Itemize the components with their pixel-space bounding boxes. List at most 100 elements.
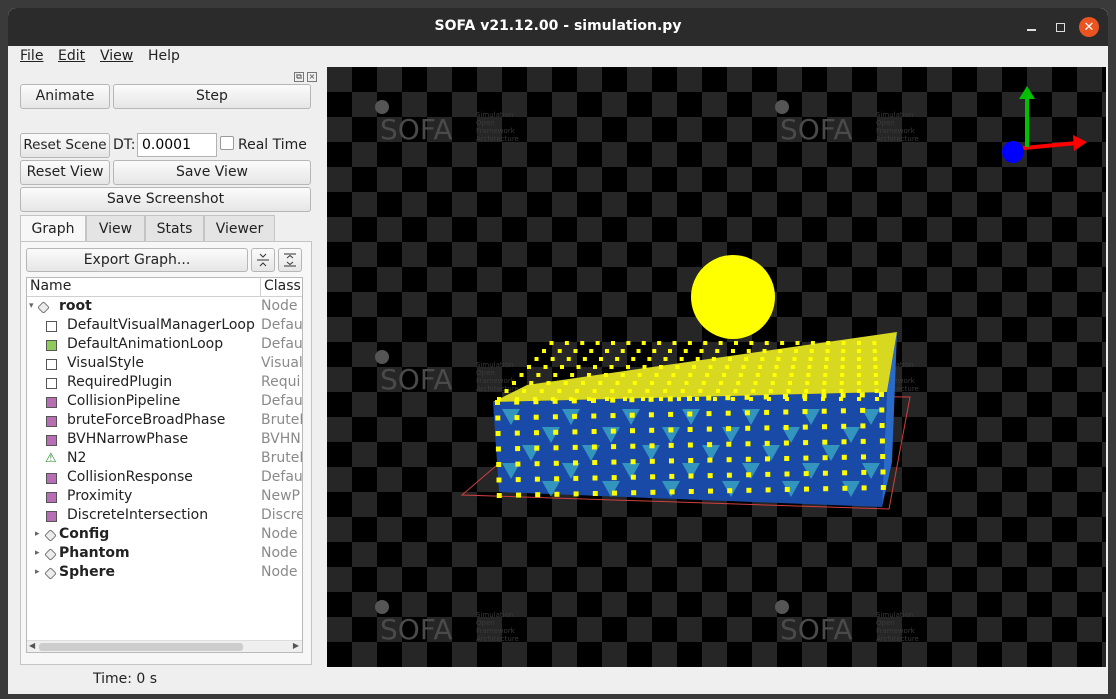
- tree-row-name: root: [59, 298, 92, 314]
- tree-row[interactable]: Proximity NewP: [27, 488, 302, 507]
- node-icon: [44, 567, 57, 580]
- scrollbar-thumb[interactable]: [39, 643, 243, 651]
- tree-row-name: Proximity: [67, 488, 133, 504]
- horizontal-scrollbar[interactable]: ◀ ▶: [27, 640, 302, 652]
- sofa-logo-subtext: Framework: [876, 627, 916, 635]
- tree-row[interactable]: RequiredPlugin Requi: [27, 374, 302, 393]
- sofa-logo-subtext: Framework: [476, 127, 516, 135]
- 3d-viewer[interactable]: SOFA Simulation Open Framework Architecture S…: [327, 67, 1106, 667]
- purple-square-icon: [46, 416, 57, 427]
- sofa-logo-subtext: Open: [476, 369, 495, 377]
- tree-row-name: Sphere: [59, 564, 115, 580]
- collapse-all-button[interactable]: [251, 248, 275, 272]
- dt-label: DT:: [113, 137, 136, 153]
- tree-row-class: Node: [261, 298, 298, 314]
- tree-row[interactable]: CollisionResponse Defau: [27, 469, 303, 488]
- real-time-checkbox[interactable]: [220, 136, 234, 150]
- collapsed-arrow-icon[interactable]: ▸: [35, 568, 43, 577]
- tree-row-class: Defau: [261, 469, 303, 485]
- tree-row[interactable]: ▸ Config Node: [27, 526, 302, 545]
- animate-button[interactable]: Animate: [20, 84, 110, 109]
- tree-row-name: Phantom: [59, 545, 130, 561]
- app-window: SOFA v21.12.00 - simulation.py ✕ File Ed…: [8, 8, 1108, 694]
- sofa-logo-text: SOFA: [780, 613, 853, 646]
- column-name-header[interactable]: Name: [30, 278, 71, 294]
- white-square-icon: [46, 321, 57, 332]
- menu-view[interactable]: View: [100, 48, 133, 64]
- sofa-logo-subtext: Architecture: [476, 635, 519, 643]
- dt-input[interactable]: [137, 133, 217, 157]
- tree-row[interactable]: ▸ Sphere Node: [27, 564, 302, 583]
- minimize-icon: [1026, 29, 1036, 31]
- tree-row-name: CollisionResponse: [67, 469, 193, 485]
- menu-edit[interactable]: Edit: [58, 48, 85, 64]
- tree-row-name: Config: [59, 526, 110, 542]
- tree-row[interactable]: ⚠ N2 BruteI: [27, 450, 302, 469]
- scroll-right-icon[interactable]: ▶: [293, 641, 299, 650]
- tree-row-class: Discre: [261, 507, 303, 523]
- node-icon: [44, 529, 57, 542]
- menu-file[interactable]: File: [20, 48, 43, 64]
- warning-icon: ⚠: [45, 451, 57, 466]
- tree-row[interactable]: BVHNarrowPhase BVHN: [27, 431, 302, 450]
- tree-row-class: Node: [261, 545, 298, 561]
- scene-graph-tree[interactable]: Name Class ▾ root Node DefaultVisualManager…: [26, 277, 303, 653]
- tree-row-name: CollisionPipeline: [67, 393, 181, 409]
- step-button[interactable]: Step: [113, 84, 311, 109]
- tree-row-name: DefaultVisualManagerLoop: [67, 317, 255, 333]
- node-icon: [44, 548, 57, 561]
- purple-square-icon: [46, 435, 57, 446]
- collapsed-arrow-icon[interactable]: ▸: [35, 530, 43, 539]
- menu-view-label: View: [100, 48, 134, 64]
- real-time-label: Real Time: [238, 137, 307, 153]
- purple-square-icon: [46, 473, 57, 484]
- tree-row-name: bruteForceBroadPhase: [67, 412, 226, 428]
- sofa-logo-subtext: Open: [476, 119, 495, 127]
- tree-row-class: NewP: [261, 488, 300, 504]
- sofa-logo-subtext: Architecture: [476, 135, 519, 143]
- tab-view[interactable]: View: [86, 215, 145, 242]
- tree-row[interactable]: DefaultVisualManagerLoop Defau: [27, 317, 302, 336]
- status-time: Time: 0 s: [93, 671, 158, 687]
- collapsed-arrow-icon[interactable]: ▸: [35, 549, 43, 558]
- tree-row-class: Defau: [261, 393, 303, 409]
- maximize-button[interactable]: [1050, 17, 1070, 37]
- tree-row-class: Defau: [261, 336, 303, 352]
- sofa-logo-subtext: Simulation: [476, 361, 513, 369]
- sofa-logo-icon: [375, 600, 389, 614]
- tree-row[interactable]: CollisionPipeline Defau: [27, 393, 303, 412]
- menu-edit-label: Edit: [58, 48, 86, 64]
- graph-panel: Export Graph... Name Class ▾ root Node D…: [20, 241, 312, 665]
- scene-canvas: SOFA SimulationOpenFrameworkArchitecture S…: [327, 67, 1106, 667]
- reset-view-button[interactable]: Reset View: [20, 160, 110, 185]
- title-bar: SOFA v21.12.00 - simulation.py ✕: [8, 8, 1108, 46]
- save-view-button[interactable]: Save View: [113, 160, 311, 185]
- expand-all-button[interactable]: [278, 248, 302, 272]
- menu-help[interactable]: Help: [148, 48, 180, 64]
- tab-viewer[interactable]: Viewer: [204, 215, 275, 242]
- sofa-logo-subtext: Simulation: [876, 111, 913, 119]
- tree-row-class: BVHN: [261, 431, 301, 447]
- tree-row[interactable]: VisualStyle Visual: [27, 355, 302, 374]
- save-screenshot-button[interactable]: Save Screenshot: [20, 187, 311, 212]
- export-graph-button[interactable]: Export Graph...: [26, 248, 248, 272]
- column-class-header[interactable]: Class: [260, 278, 301, 297]
- minimize-button[interactable]: [1021, 17, 1041, 37]
- reset-scene-button[interactable]: Reset Scene: [20, 133, 110, 158]
- tree-row[interactable]: ▾ root Node: [27, 298, 302, 317]
- collapse-icon: [257, 253, 269, 267]
- tree-row[interactable]: DefaultAnimationLoop Defau: [27, 336, 303, 355]
- close-button[interactable]: ✕: [1079, 17, 1099, 37]
- expanded-arrow-icon[interactable]: ▾: [29, 302, 37, 311]
- scene-dock: ⧉ × Animate Step Reset Scene DT: Real Ti…: [20, 70, 324, 666]
- tree-row[interactable]: bruteForceBroadPhase BruteI: [27, 412, 302, 431]
- dock-float-icon[interactable]: ⧉: [294, 72, 304, 82]
- tab-graph[interactable]: Graph: [20, 215, 86, 243]
- scroll-left-icon[interactable]: ◀: [29, 641, 35, 650]
- tree-row[interactable]: DiscreteIntersection Discre: [27, 507, 303, 526]
- tree-row-class: Requi: [261, 374, 301, 390]
- tree-row[interactable]: ▸ Phantom Node: [27, 545, 302, 564]
- tab-stats[interactable]: Stats: [145, 215, 204, 242]
- sofa-logo-subtext: Architecture: [476, 385, 519, 393]
- dock-close-icon[interactable]: ×: [307, 72, 317, 82]
